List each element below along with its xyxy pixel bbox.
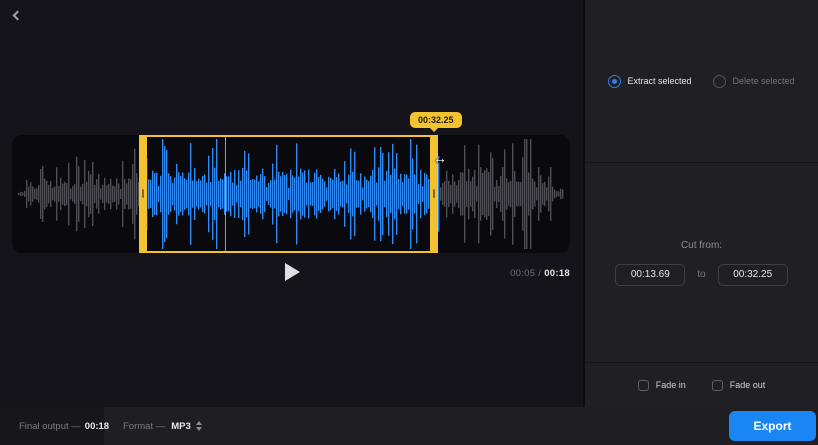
format-value: MP3 — [171, 421, 191, 432]
fade-out-label: Fade out — [730, 380, 766, 390]
format-label: Format — — [123, 421, 165, 432]
final-output-cell: Final output — 00:18 — [0, 407, 104, 445]
delete-selected-option[interactable]: Delete selected — [713, 75, 794, 88]
back-button[interactable] — [8, 7, 26, 25]
fade-section: Fade in Fade out — [585, 362, 818, 407]
export-button[interactable]: Export — [729, 411, 816, 441]
selection-end-handle[interactable] — [430, 135, 438, 253]
bottom-bar: Final output — 00:18 Format — MP3 — [0, 407, 818, 445]
playback-time: 00:05 / 00:18 — [430, 268, 570, 279]
final-output-label: Final output — — [19, 421, 81, 432]
time-separator: / — [535, 268, 544, 279]
cut-range-section: Cut from: to — [585, 162, 818, 362]
mode-section: Extract selected Delete selected — [585, 0, 818, 162]
selection-region[interactable] — [139, 135, 438, 253]
fade-out-checkbox-icon — [712, 380, 723, 391]
chevron-up-icon — [196, 421, 202, 425]
format-stepper-icon — [196, 421, 202, 431]
cut-from-title: Cut from: — [681, 240, 722, 251]
current-time: 00:05 — [510, 268, 535, 279]
cut-joiner-label: to — [697, 269, 705, 280]
cut-range-row: to — [615, 264, 787, 286]
fade-out-option[interactable]: Fade out — [712, 380, 766, 391]
fade-in-option[interactable]: Fade in — [638, 380, 686, 391]
handle-grip-icon — [142, 189, 144, 198]
cut-end-input[interactable] — [718, 264, 788, 286]
selection-start-handle[interactable] — [139, 135, 147, 253]
audio-cutter-app: 00:32.25 ↔ 00:05 / 00:18 Extract selecte… — [0, 0, 818, 445]
radio-selected-icon — [608, 75, 621, 88]
radio-unselected-icon — [713, 75, 726, 88]
settings-panel: Extract selected Delete selected Cut fro… — [583, 0, 818, 407]
extract-selected-label: Extract selected — [627, 76, 691, 86]
format-cell: Format — MP3 — [104, 407, 202, 445]
play-button[interactable] — [285, 263, 300, 281]
total-time: 00:18 — [544, 268, 570, 279]
handle-grip-icon — [433, 189, 435, 198]
chevron-down-icon — [196, 427, 202, 431]
delete-selected-label: Delete selected — [732, 76, 794, 86]
extract-selected-option[interactable]: Extract selected — [608, 75, 691, 88]
cut-start-input[interactable] — [615, 264, 685, 286]
fade-in-label: Fade in — [656, 380, 686, 390]
end-time-tooltip: 00:32.25 — [410, 112, 462, 128]
chevron-left-icon — [13, 11, 23, 21]
format-select[interactable]: MP3 — [171, 421, 202, 432]
fade-in-checkbox-icon — [638, 380, 649, 391]
